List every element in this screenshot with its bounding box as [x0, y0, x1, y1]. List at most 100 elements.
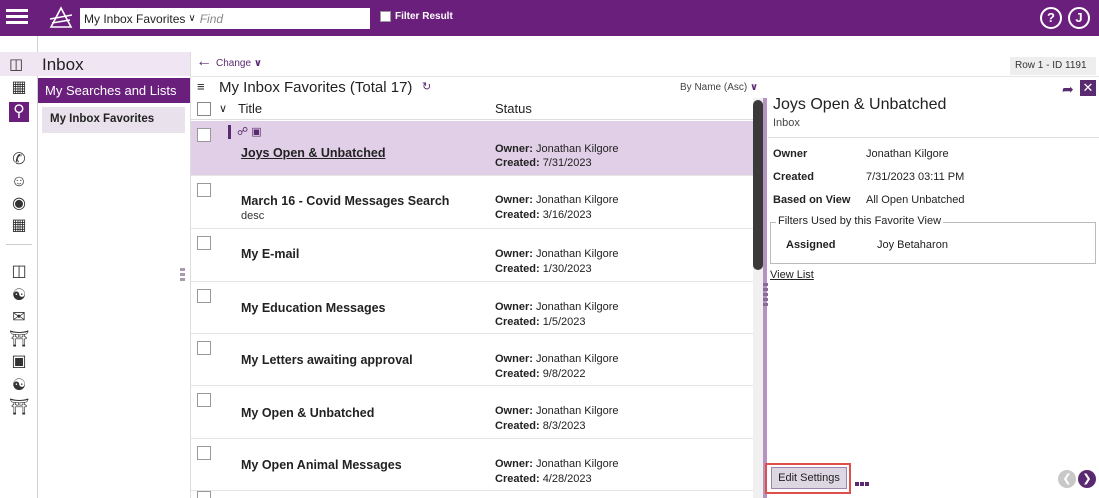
- search-input[interactable]: My Inbox Favorites ∨ Find: [80, 8, 370, 29]
- phone-add-icon[interactable]: ✆: [9, 150, 29, 170]
- table-row[interactable]: My E-mail Owner: Jonathan Kilgore Create…: [191, 229, 753, 282]
- filters-legend: Filters Used by this Favorite View: [776, 215, 944, 227]
- bank-icon[interactable]: ⛩: [9, 330, 29, 350]
- chevron-down-icon: ∨: [253, 58, 262, 69]
- filter-lines-icon[interactable]: ≡: [197, 79, 205, 94]
- table-row[interactable]: [191, 491, 753, 498]
- table-row[interactable]: My Letters awaiting approval Owner: Jona…: [191, 334, 753, 386]
- panel-splitter-handle[interactable]: [180, 268, 185, 286]
- owner-value: Jonathan Kilgore: [535, 194, 619, 206]
- edit-settings-button[interactable]: Edit Settings: [771, 467, 847, 489]
- row-created: Created: 4/28/2023: [495, 473, 592, 485]
- filter-result-label: Filter Result: [395, 11, 453, 22]
- row-title[interactable]: My Letters awaiting approval: [241, 353, 413, 367]
- created-label: Created:: [495, 263, 540, 275]
- grid-list-icon[interactable]: ▦: [9, 78, 29, 98]
- row-id-indicator: Row 1 - ID 1191: [1010, 57, 1096, 75]
- row-checkbox[interactable]: [197, 289, 211, 303]
- close-icon[interactable]: ✕: [1080, 80, 1096, 96]
- table-row[interactable]: March 16 - Covid Messages Search desc Ow…: [191, 176, 753, 229]
- drag-handle-icon[interactable]: [228, 125, 231, 140]
- row-created: Created: 8/3/2023: [495, 420, 586, 432]
- row-owner: Owner: Jonathan Kilgore: [495, 248, 619, 260]
- owner-label: Owner:: [495, 353, 533, 365]
- chevron-down-icon[interactable]: ∨: [188, 13, 195, 24]
- row-checkbox[interactable]: [197, 183, 211, 197]
- row-created: Created: 3/16/2023: [495, 209, 592, 221]
- sidebar-item-my-inbox-favorites[interactable]: My Inbox Favorites: [42, 107, 185, 133]
- next-record-button[interactable]: ❯: [1078, 470, 1096, 488]
- more-options-icon[interactable]: [855, 475, 870, 489]
- row-checkbox[interactable]: [197, 446, 211, 460]
- table-row[interactable]: My Open & Unbatched Owner: Jonathan Kilg…: [191, 386, 753, 439]
- row-created: Created: 1/5/2023: [495, 316, 586, 328]
- column-header-title[interactable]: Title: [238, 101, 262, 116]
- owner-label: Owner:: [495, 301, 533, 313]
- table-row[interactable]: ☍ ▣ Joys Open & Unbatched Owner: Jonatha…: [191, 121, 753, 176]
- row-checkbox[interactable]: [197, 491, 211, 498]
- row-title[interactable]: Joys Open & Unbatched: [241, 146, 385, 160]
- owner-label: Owner:: [495, 248, 533, 260]
- created-value: 9/8/2022: [542, 368, 586, 380]
- calendar-icon[interactable]: ▦: [9, 216, 29, 236]
- table-row[interactable]: My Open Animal Messages Owner: Jonathan …: [191, 439, 753, 491]
- row-owner: Owner: Jonathan Kilgore: [495, 194, 619, 206]
- help-icon[interactable]: ?: [1040, 7, 1062, 29]
- created-label: Created:: [495, 420, 540, 432]
- inbox-icon[interactable]: ◫: [9, 262, 29, 282]
- owner-value: Jonathan Kilgore: [535, 143, 619, 155]
- refresh-icon[interactable]: ↻: [422, 80, 431, 93]
- change-menu-button[interactable]: Change ∨: [216, 58, 262, 69]
- table-row[interactable]: My Education Messages Owner: Jonathan Ki…: [191, 282, 753, 334]
- sort-select[interactable]: By Name (Asc) ∨: [680, 82, 758, 93]
- row-title[interactable]: My Open & Unbatched: [241, 406, 374, 420]
- row-checkbox[interactable]: [197, 393, 211, 407]
- toolbar-divider: [190, 76, 1099, 77]
- mail-icon[interactable]: ✉: [9, 308, 29, 328]
- change-label: Change: [216, 58, 252, 69]
- row-title[interactable]: March 16 - Covid Messages Search: [241, 194, 449, 208]
- created-value: 4/28/2023: [542, 473, 592, 485]
- search-icon[interactable]: ⚲: [9, 102, 29, 122]
- list-scrollbar-thumb[interactable]: [753, 100, 763, 270]
- detail-title: Joys Open & Unbatched: [773, 96, 947, 113]
- back-arrow-icon[interactable]: ←: [196, 53, 212, 71]
- row-owner: Owner: Jonathan Kilgore: [495, 301, 619, 313]
- select-all-checkbox[interactable]: [197, 102, 211, 116]
- detail-splitter-handle[interactable]: [763, 283, 768, 308]
- row-title[interactable]: My Education Messages: [241, 301, 386, 315]
- row-title[interactable]: My Open Animal Messages: [241, 458, 402, 472]
- building-icon[interactable]: ▣: [9, 352, 29, 372]
- previous-record-button[interactable]: ❮: [1058, 470, 1076, 488]
- filter-result-toggle[interactable]: Filter Result: [380, 11, 453, 22]
- paperclip-icon[interactable]: ☍: [237, 126, 248, 138]
- view-list-link[interactable]: View List: [770, 269, 814, 281]
- created-label: Created:: [495, 316, 540, 328]
- column-header-status[interactable]: Status: [495, 101, 532, 116]
- chevron-down-icon[interactable]: ∨: [219, 102, 227, 115]
- my-searches-header[interactable]: My Searches and Lists: [38, 78, 190, 103]
- user-avatar[interactable]: J: [1068, 7, 1090, 29]
- bank-search-icon[interactable]: ⛩: [9, 398, 29, 418]
- popout-icon[interactable]: ➦: [1062, 81, 1074, 98]
- chevron-down-icon: ∨: [750, 82, 759, 93]
- assigned-label: Assigned: [786, 239, 836, 251]
- detail-subtitle: Inbox: [773, 117, 800, 129]
- window-icon[interactable]: ▣: [251, 126, 261, 138]
- inbox-icon[interactable]: ◫: [9, 55, 23, 73]
- row-checkbox[interactable]: [197, 128, 211, 142]
- person-add-icon[interactable]: ☺: [9, 172, 29, 192]
- row-owner: Owner: Jonathan Kilgore: [495, 353, 619, 365]
- rail-divider: [6, 244, 32, 245]
- row-created: Created: 1/30/2023: [495, 263, 592, 275]
- people-icon[interactable]: ☯: [9, 286, 29, 306]
- hamburger-menu-icon[interactable]: [6, 6, 28, 28]
- row-title[interactable]: My E-mail: [241, 247, 299, 261]
- search-scope-select[interactable]: My Inbox Favorites: [84, 12, 185, 26]
- row-checkbox[interactable]: [197, 341, 211, 355]
- filter-result-checkbox[interactable]: [380, 11, 391, 22]
- pin-add-icon[interactable]: ◉: [9, 194, 29, 214]
- row-checkbox[interactable]: [197, 236, 211, 250]
- people-search-icon[interactable]: ☯: [9, 376, 29, 396]
- search-placeholder: Find: [199, 11, 224, 26]
